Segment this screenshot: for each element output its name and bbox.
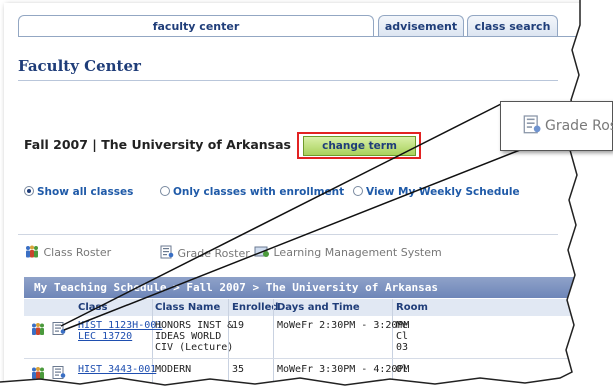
callout-label: Grade Roster — [545, 118, 613, 134]
grade-roster-icon — [523, 115, 541, 134]
callout-pointer — [60, 102, 521, 331]
grade-roster-callout: Grade Roster — [500, 101, 613, 151]
